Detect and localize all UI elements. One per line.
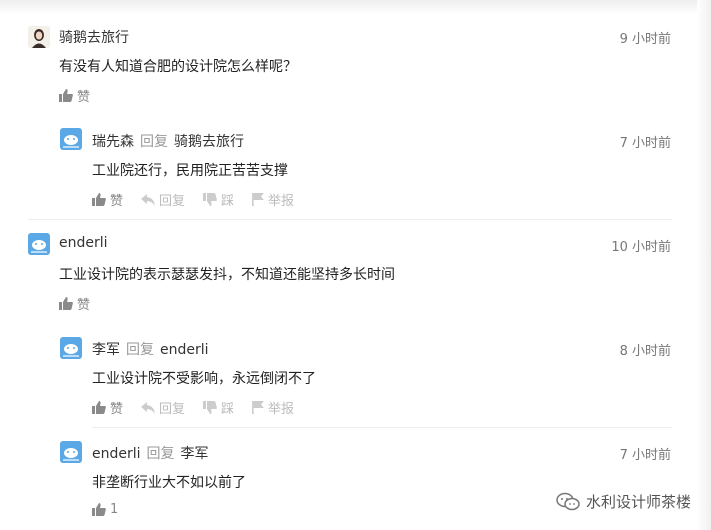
comment-text: 有没有人知道合肥的设计院怎么样呢？ — [59, 59, 297, 75]
reply-target[interactable]: 李军 — [181, 446, 209, 462]
comment-text: 非垄断行业大不如以前了 — [92, 475, 246, 491]
comment-time: 7 小时前 — [619, 448, 671, 463]
comment-text: 工业设计院的表示瑟瑟发抖，不知道还能坚持多长时间 — [59, 267, 395, 283]
like-button[interactable]: 赞 — [92, 398, 123, 417]
avatar[interactable] — [60, 128, 82, 150]
comment-actions: 1 — [92, 502, 136, 517]
thumbs-down-icon — [203, 193, 217, 206]
reply-arrow-icon — [141, 193, 156, 206]
dislike-button[interactable]: 踩 — [203, 190, 234, 209]
avatar[interactable] — [60, 441, 82, 463]
report-button[interactable]: 举报 — [252, 398, 294, 417]
reply-button[interactable]: 回复 — [141, 190, 185, 209]
wechat-icon — [556, 492, 580, 510]
watermark: 水利设计师茶楼 — [556, 491, 691, 512]
comment-author[interactable]: 李军 — [92, 342, 120, 358]
reply-header: enderli 回复 李军 — [92, 443, 209, 463]
comment-time: 9 小时前 — [619, 32, 671, 47]
report-button[interactable]: 举报 — [252, 190, 294, 209]
reply-header: 李军 回复 enderli — [92, 339, 209, 359]
reply-target[interactable]: enderli — [160, 342, 209, 358]
right-shadow — [697, 0, 711, 530]
dislike-label: 踩 — [221, 402, 235, 417]
reply-word: 回复 — [126, 342, 154, 358]
comment-time: 8 小时前 — [619, 344, 671, 359]
like-button[interactable]: 赞 — [59, 294, 90, 313]
reply-arrow-icon — [141, 401, 156, 414]
avatar[interactable] — [28, 233, 50, 255]
thumbs-down-icon — [203, 401, 217, 414]
flag-icon — [252, 401, 265, 414]
reply-header: 瑞先森 回复 骑鹅去旅行 — [92, 131, 244, 151]
report-label: 举报 — [268, 194, 295, 209]
comment-text: 工业设计院不受影响，永远倒闭不了 — [92, 371, 316, 387]
thumbs-up-icon — [92, 503, 106, 516]
like-button[interactable]: 赞 — [92, 190, 123, 209]
avatar[interactable] — [28, 26, 50, 48]
comment-author[interactable]: enderli — [59, 235, 108, 251]
divider — [92, 427, 672, 428]
comment-author[interactable]: enderli — [92, 446, 141, 462]
comment-author[interactable]: 骑鹅去旅行 — [59, 27, 129, 47]
thumbs-up-icon — [92, 401, 106, 414]
divider — [28, 219, 672, 220]
like-button[interactable]: 1 — [92, 502, 118, 517]
reply-word: 回复 — [146, 446, 175, 462]
comment-text: 工业院还行，民用院正苦苦支撑 — [92, 163, 288, 179]
like-label: 赞 — [77, 90, 91, 105]
thumbs-up-icon — [59, 297, 73, 310]
watermark-text: 水利设计师茶楼 — [585, 493, 691, 511]
comment-author[interactable]: 瑞先森 — [92, 134, 134, 150]
reply-label: 回复 — [159, 402, 186, 417]
reply-target[interactable]: 骑鹅去旅行 — [174, 134, 244, 150]
dislike-label: 踩 — [221, 194, 235, 209]
comment-time: 10 小时前 — [611, 240, 671, 255]
reply-button[interactable]: 回复 — [141, 398, 185, 417]
reply-word: 回复 — [140, 134, 168, 150]
like-label: 赞 — [77, 298, 91, 313]
avatar[interactable] — [60, 337, 82, 359]
comment-actions: 赞 — [59, 86, 108, 105]
comment-actions: 赞 回复 踩 举报 — [92, 398, 312, 417]
thumbs-up-icon — [59, 89, 73, 102]
comment-actions: 赞 回复 踩 举报 — [92, 190, 312, 209]
flag-icon — [252, 193, 265, 206]
dislike-button[interactable]: 踩 — [203, 398, 234, 417]
thumbs-up-icon — [92, 193, 106, 206]
like-label: 赞 — [110, 402, 124, 417]
like-count: 1 — [110, 502, 119, 517]
reply-label: 回复 — [159, 194, 186, 209]
comment-time: 7 小时前 — [619, 136, 671, 151]
like-label: 赞 — [110, 194, 124, 209]
like-button[interactable]: 赞 — [59, 86, 90, 105]
top-shadow — [0, 0, 711, 14]
comment-actions: 赞 — [59, 294, 108, 313]
report-label: 举报 — [268, 402, 295, 417]
